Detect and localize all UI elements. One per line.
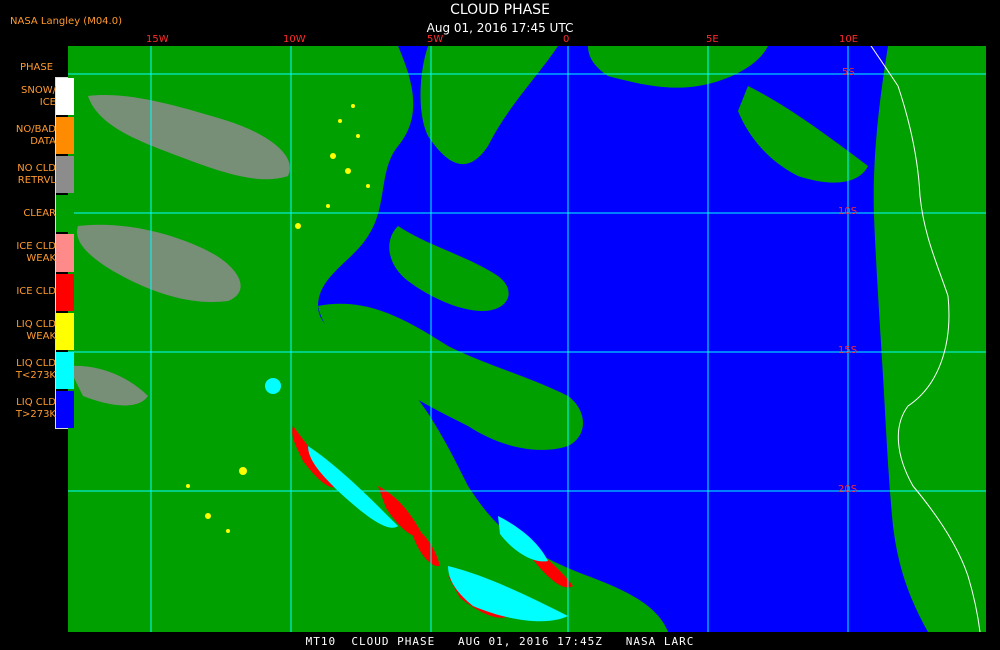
lat-label-10s: 10S [838,206,858,217]
legend-swatch [56,312,74,350]
legend-label: ICE CLD [16,286,56,298]
legend-label: LIQ CLD T>273K [15,397,56,421]
map-subtitle: Aug 01, 2016 17:45 UTC [426,21,574,35]
legend-label: CLEAR [23,207,56,219]
lon-label-5w: 5W [427,34,444,45]
legend-swatch [56,195,74,233]
lon-label-5e: 5E [706,34,719,45]
footer-caption: MT10 CLOUD PHASE AUG 01, 2016 17:45Z NAS… [305,635,695,648]
legend-label: NO/BAD DATA [15,123,56,147]
legend-label: ICE CLD WEAK [16,241,56,264]
map-title: CLOUD PHASE [450,2,550,18]
legend-label: LIQ CLD T<273K [15,358,56,382]
legend-label: SNOW/ ICE [21,84,56,108]
brand-label: NASA Langley (M04.0) [10,16,122,27]
lat-label-20s: 20S [838,484,858,495]
legend-swatch [56,78,74,116]
legend-swatch [56,117,74,155]
legend-swatch [56,351,74,389]
legend-title: PHASE [20,62,54,73]
legend-label: NO CLD RETRVL [17,162,56,186]
lon-label-0: 0 [563,34,570,45]
legend-swatch [56,273,74,311]
lat-label-5s: 5S [842,67,855,78]
legend-label: LIQ CLD WEAK [16,319,56,343]
lon-label-10w: 10W [283,34,306,45]
legend-swatch [56,156,74,194]
cloud-phase-map [68,46,986,632]
lon-label-10e: 10E [839,34,859,45]
legend-swatch [56,234,74,272]
lon-label-15w: 15W [146,34,169,45]
legend-swatch [56,390,74,428]
lat-label-15s: 15S [838,345,858,356]
